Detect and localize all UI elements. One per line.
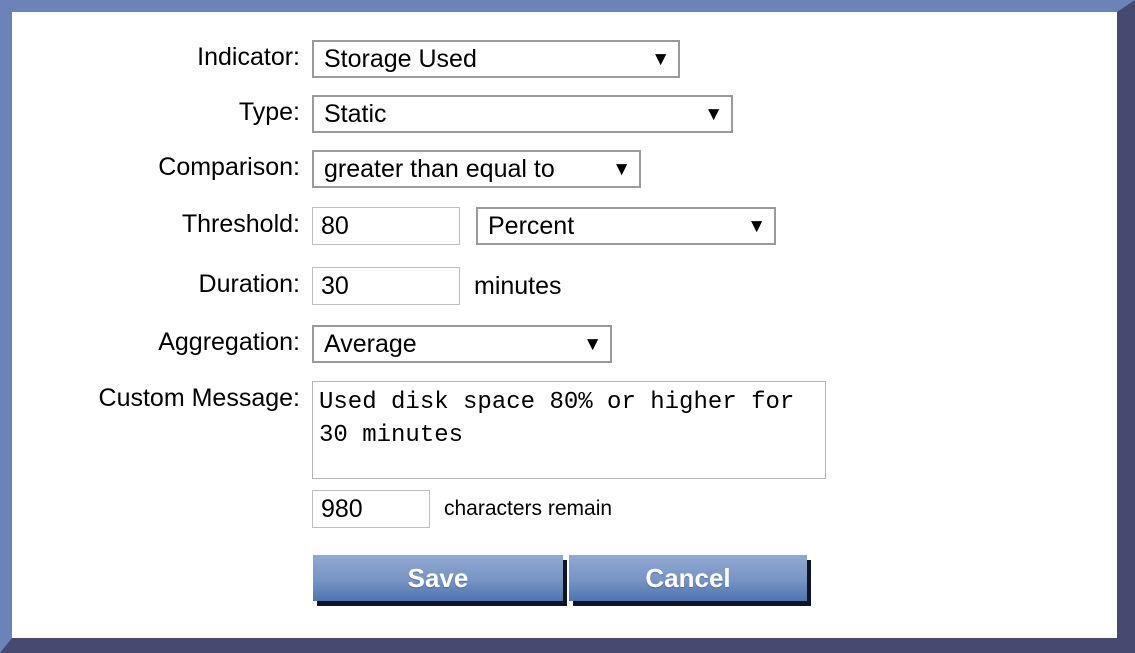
chevron-down-icon: ▼ bbox=[747, 215, 766, 237]
type-select-value: Static bbox=[324, 100, 387, 128]
characters-remain-label: characters remain bbox=[444, 497, 613, 520]
chevron-down-icon: ▼ bbox=[612, 158, 631, 180]
form-row-duration: Duration: 30 minutes bbox=[12, 267, 562, 305]
form-row-custom-message: ? Custom Message: Used disk space 80% or… bbox=[12, 381, 826, 479]
chevron-down-icon: ▼ bbox=[583, 333, 602, 355]
indicator-select-value: Storage Used bbox=[324, 45, 477, 73]
form-row-comparison: Comparison: greater than equal to ▼ bbox=[12, 150, 641, 188]
chevron-down-icon: ▼ bbox=[704, 103, 723, 125]
comparison-select[interactable]: greater than equal to ▼ bbox=[312, 150, 641, 188]
form-row-threshold: Threshold: 80 Percent ▼ bbox=[12, 207, 776, 245]
form-row-characters-remain: 980 characters remain bbox=[12, 490, 612, 528]
duration-unit-label: minutes bbox=[474, 272, 562, 300]
threshold-unit-value: Percent bbox=[488, 212, 575, 240]
form-row-type: Type: Static ▼ bbox=[12, 95, 733, 133]
duration-input-value: 30 bbox=[321, 271, 349, 300]
characters-remain-count-value: 980 bbox=[321, 494, 363, 523]
duration-label: Duration: bbox=[198, 270, 300, 298]
characters-remain-count: 980 bbox=[312, 490, 430, 528]
threshold-label: Threshold: bbox=[181, 210, 300, 238]
threshold-unit-select[interactable]: Percent ▼ bbox=[476, 207, 776, 245]
aggregation-select-value: Average bbox=[324, 330, 417, 358]
comparison-select-value: greater than equal to bbox=[324, 155, 555, 183]
save-button[interactable]: Save bbox=[313, 555, 563, 601]
custom-message-label: Custom Message: bbox=[98, 384, 300, 412]
threshold-input-value: 80 bbox=[321, 211, 349, 240]
dialog-window-frame: Indicator: Storage Used ▼ Type: Static ▼… bbox=[0, 0, 1135, 653]
custom-message-textarea[interactable]: Used disk space 80% or higher for 30 min… bbox=[312, 381, 826, 479]
dialog-content: Indicator: Storage Used ▼ Type: Static ▼… bbox=[12, 12, 1117, 638]
chevron-down-icon: ▼ bbox=[651, 48, 670, 70]
cancel-button[interactable]: Cancel bbox=[569, 555, 807, 601]
form-row-aggregation: Aggregation: Average ▼ bbox=[12, 325, 612, 363]
threshold-input[interactable]: 80 bbox=[312, 207, 460, 245]
type-label: Type: bbox=[238, 98, 300, 126]
comparison-label: Comparison: bbox=[158, 153, 300, 181]
indicator-select[interactable]: Storage Used ▼ bbox=[312, 40, 680, 78]
duration-input[interactable]: 30 bbox=[312, 267, 460, 305]
aggregation-label: Aggregation: bbox=[158, 328, 300, 356]
aggregation-select[interactable]: Average ▼ bbox=[312, 325, 612, 363]
indicator-label: Indicator: bbox=[197, 43, 300, 71]
type-select[interactable]: Static ▼ bbox=[312, 95, 733, 133]
form-row-indicator: Indicator: Storage Used ▼ bbox=[12, 40, 680, 78]
